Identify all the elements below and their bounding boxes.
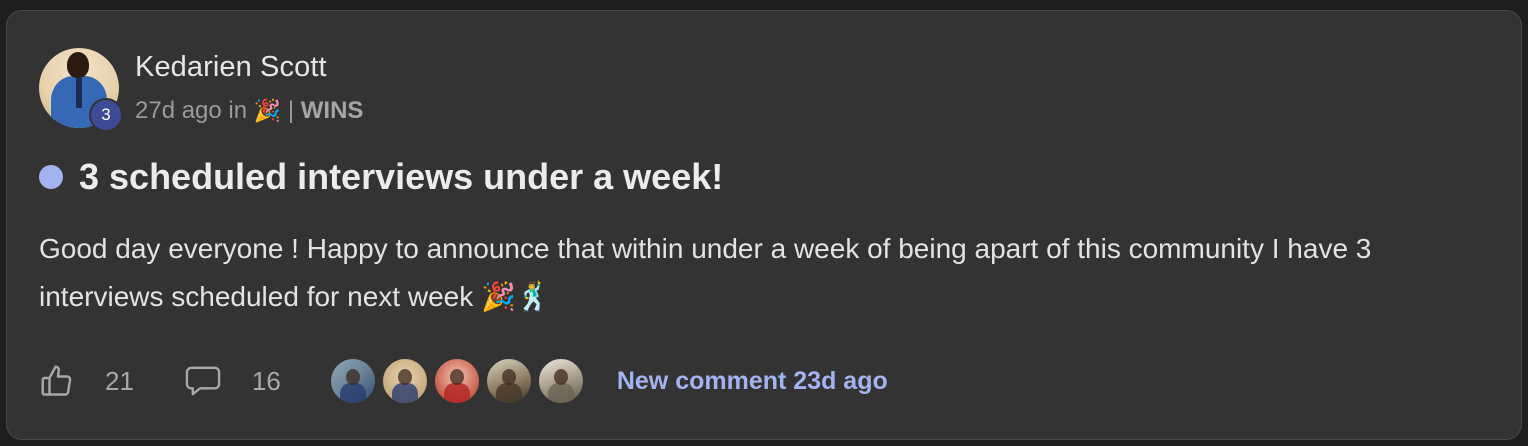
commenter-avatar[interactable] (536, 357, 585, 405)
commenter-avatar[interactable] (380, 357, 429, 405)
party-popper-icon: 🎉 (253, 98, 282, 123)
commenter-avatar[interactable] (328, 357, 377, 405)
commenter-avatar[interactable] (484, 357, 533, 405)
commenter-avatars[interactable] (328, 357, 589, 405)
post-meta: 27d ago in 🎉 | WINS (135, 97, 363, 125)
speech-bubble-icon[interactable] (184, 363, 222, 399)
post-time: 27d ago in (135, 97, 248, 124)
new-comment-link[interactable]: New comment 23d ago (617, 367, 888, 396)
post-footer: 21 16 New comment 23d ago (39, 353, 888, 409)
post-body[interactable]: Good day everyone ! Happy to announce th… (39, 225, 1479, 321)
author-avatar-wrapper[interactable]: 3 (39, 48, 123, 132)
like-group: 21 (39, 363, 134, 399)
category-link[interactable]: WINS (301, 97, 364, 124)
post-title[interactable]: 3 scheduled interviews under a week! (79, 156, 723, 198)
comment-group: 16 (184, 363, 281, 399)
like-count: 21 (105, 365, 134, 396)
comment-count: 16 (251, 365, 281, 396)
level-badge: 3 (89, 98, 123, 132)
thumbs-up-icon[interactable] (39, 363, 75, 399)
post-card[interactable]: 3 Kedarien Scott 27d ago in 🎉 | WINS 3 s… (6, 10, 1522, 440)
unread-dot-icon (39, 165, 63, 189)
commenter-avatar[interactable] (432, 357, 481, 405)
author-name[interactable]: Kedarien Scott (135, 51, 327, 84)
title-row: 3 scheduled interviews under a week! (39, 156, 723, 198)
meta-separator: | (287, 97, 295, 124)
